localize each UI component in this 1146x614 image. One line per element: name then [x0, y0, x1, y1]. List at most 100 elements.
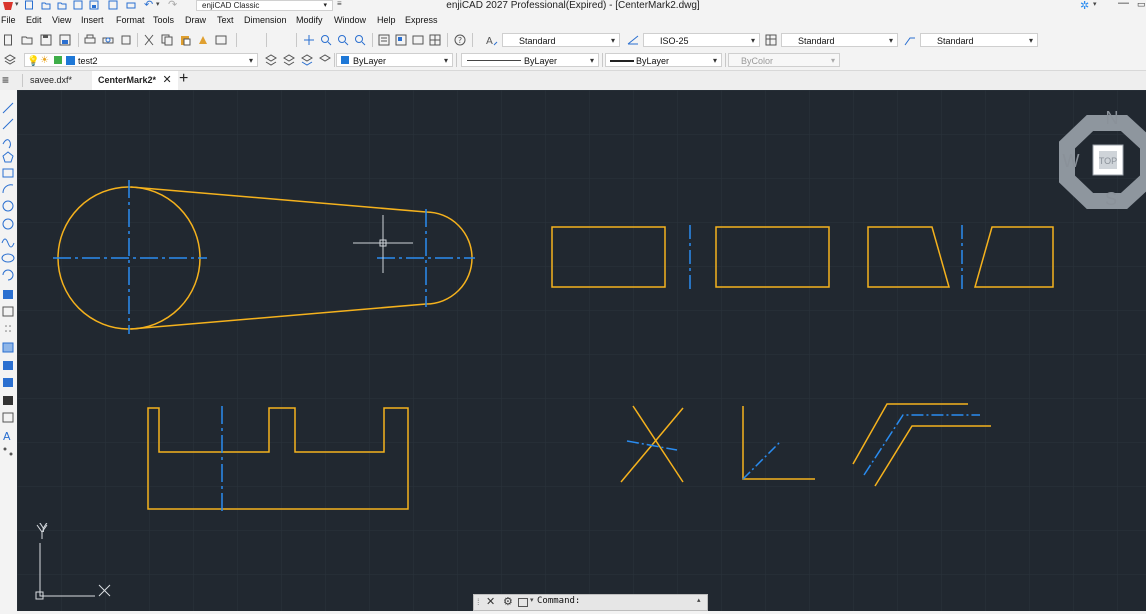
region-icon[interactable] [3, 378, 13, 387]
tab-savee[interactable]: savee.dxf* [30, 72, 72, 89]
help-icon[interactable]: ? [454, 34, 466, 46]
properties-icon[interactable] [378, 34, 390, 46]
menu-window[interactable]: Window [334, 15, 366, 25]
block-editor-icon[interactable] [215, 34, 227, 46]
app-menu-arrow-icon[interactable]: ▾ [15, 0, 19, 8]
app-logo-icon[interactable] [2, 0, 14, 11]
plot-style-select[interactable]: ByColor ▾ [728, 53, 840, 67]
minimize-icon[interactable]: — [1118, 0, 1129, 9]
copy-icon[interactable] [161, 34, 173, 46]
menu-draw[interactable]: Draw [185, 15, 206, 25]
menu-help[interactable]: Help [377, 15, 396, 25]
color-select[interactable]: ByLayer ▾ [336, 53, 453, 67]
menu-edit[interactable]: Edit [26, 15, 42, 25]
make-current-layer-icon[interactable] [265, 54, 277, 66]
menu-file[interactable]: File [1, 15, 16, 25]
menu-text[interactable]: Text [217, 15, 234, 25]
save-as-icon[interactable] [59, 34, 71, 46]
menu-format[interactable]: Format [116, 15, 145, 25]
layer-select[interactable]: 💡 ☀ test2 ▾ [24, 53, 258, 67]
lineweight-select[interactable]: ByLayer ▾ [605, 53, 722, 67]
menu-insert[interactable]: Insert [81, 15, 104, 25]
redo-icon[interactable]: ↷ [168, 0, 177, 11]
qa-new-icon[interactable] [24, 0, 34, 10]
text-style-icon[interactable]: A [486, 34, 498, 46]
command-line-bar[interactable]: ⁞ ✕ ⚙ ▾ Command: ▴ [473, 594, 708, 611]
spline-icon[interactable] [2, 239, 14, 247]
table-style-icon[interactable] [765, 34, 777, 46]
multileader-style-select[interactable]: Standard ▾ [920, 33, 1038, 47]
snowflake-icon[interactable]: ✲ [1080, 0, 1089, 12]
multileader-style-icon[interactable] [904, 34, 916, 46]
grip-icon[interactable]: ⁞ [477, 597, 480, 607]
new-tab-icon[interactable]: + [179, 70, 188, 88]
layer-isolate-icon[interactable] [319, 54, 331, 66]
open-file-icon[interactable] [21, 34, 33, 46]
viewcube-south-label[interactable]: S [1105, 189, 1117, 209]
file-tabs-menu-icon[interactable]: ≡ [2, 73, 9, 87]
model-space[interactable]: X TOP N S W [17, 90, 1146, 611]
text-style-select[interactable]: Standard ▾ [502, 33, 620, 47]
chevron-up-icon[interactable]: ▴ [697, 596, 701, 604]
cut-icon[interactable] [143, 34, 155, 46]
qa-open-web-icon[interactable] [57, 0, 67, 10]
viewcube-west-label[interactable]: W [1063, 151, 1080, 171]
command-history-icon[interactable] [518, 598, 528, 607]
qa-open-icon[interactable] [41, 0, 51, 10]
menu-dimension[interactable]: Dimension [244, 15, 287, 25]
menu-tools[interactable]: Tools [153, 15, 174, 25]
paste-icon[interactable] [179, 34, 191, 46]
zoom-window-icon[interactable] [337, 34, 349, 46]
print-icon[interactable] [84, 34, 96, 46]
ray-icon[interactable] [3, 119, 13, 129]
snowflake-dropdown-icon[interactable]: ▾ [1093, 0, 1097, 8]
close-tab-icon[interactable]: ✕ [163, 74, 172, 86]
circle-icon[interactable] [3, 201, 13, 211]
match-properties-icon[interactable] [197, 34, 209, 46]
new-file-icon[interactable] [2, 34, 14, 46]
dim-style-select[interactable]: ISO-25 ▾ [643, 33, 760, 47]
qa-publish-icon[interactable] [108, 0, 118, 10]
menu-modify[interactable]: Modify [296, 15, 323, 25]
print-preview-icon[interactable] [102, 34, 114, 46]
layer-previous-icon[interactable] [283, 54, 295, 66]
viewcube-north-label[interactable]: N [1106, 108, 1119, 128]
insert-block-icon[interactable] [3, 290, 13, 299]
sheet-set-icon[interactable] [429, 34, 441, 46]
pan-icon[interactable] [303, 34, 315, 46]
command-prompt[interactable]: Command: [537, 596, 580, 606]
table-style-select[interactable]: Standard ▾ [781, 33, 898, 47]
arc-icon[interactable] [3, 185, 13, 193]
revcloud-icon[interactable] [3, 219, 13, 229]
ellipse-arc-icon[interactable] [3, 270, 13, 280]
design-center-icon[interactable] [395, 34, 407, 46]
zoom-realtime-icon[interactable] [320, 34, 332, 46]
line-icon[interactable] [3, 103, 13, 113]
viewcube-top-label[interactable]: TOP [1099, 156, 1117, 166]
menu-view[interactable]: View [52, 15, 71, 25]
ellipse-icon[interactable] [2, 254, 14, 262]
layer-states-icon[interactable] [301, 54, 313, 66]
undo-dropdown-icon[interactable]: ▾ [156, 0, 160, 8]
tab-centermark2[interactable]: CenterMark2* ✕ [92, 71, 178, 90]
add-selected-icon[interactable] [4, 448, 13, 456]
mtext-icon[interactable]: A [3, 430, 11, 443]
rectangle-icon[interactable] [3, 169, 13, 177]
close-icon[interactable]: ✕ [486, 595, 495, 608]
publish-icon[interactable] [120, 34, 132, 46]
chevron-down-icon[interactable]: ▾ [530, 596, 534, 604]
drawing-canvas[interactable]: X TOP N S W Y [17, 90, 1146, 611]
gradient-icon[interactable] [3, 361, 13, 370]
restore-icon[interactable]: ▭ [1137, 0, 1146, 10]
tool-palettes-icon[interactable] [412, 34, 424, 46]
customize-qa-icon[interactable]: ≡ [337, 0, 342, 8]
hatch-icon[interactable] [3, 343, 13, 352]
menu-express[interactable]: Express [405, 15, 438, 25]
polygon-icon[interactable] [3, 152, 13, 162]
layer-manager-icon[interactable] [4, 54, 16, 66]
polyline-icon[interactable] [3, 140, 10, 148]
dim-style-icon[interactable] [627, 34, 639, 46]
linetype-select[interactable]: ByLayer ▾ [461, 53, 599, 67]
gear-icon[interactable]: ⚙ [503, 595, 513, 608]
point-icon[interactable] [5, 325, 11, 332]
